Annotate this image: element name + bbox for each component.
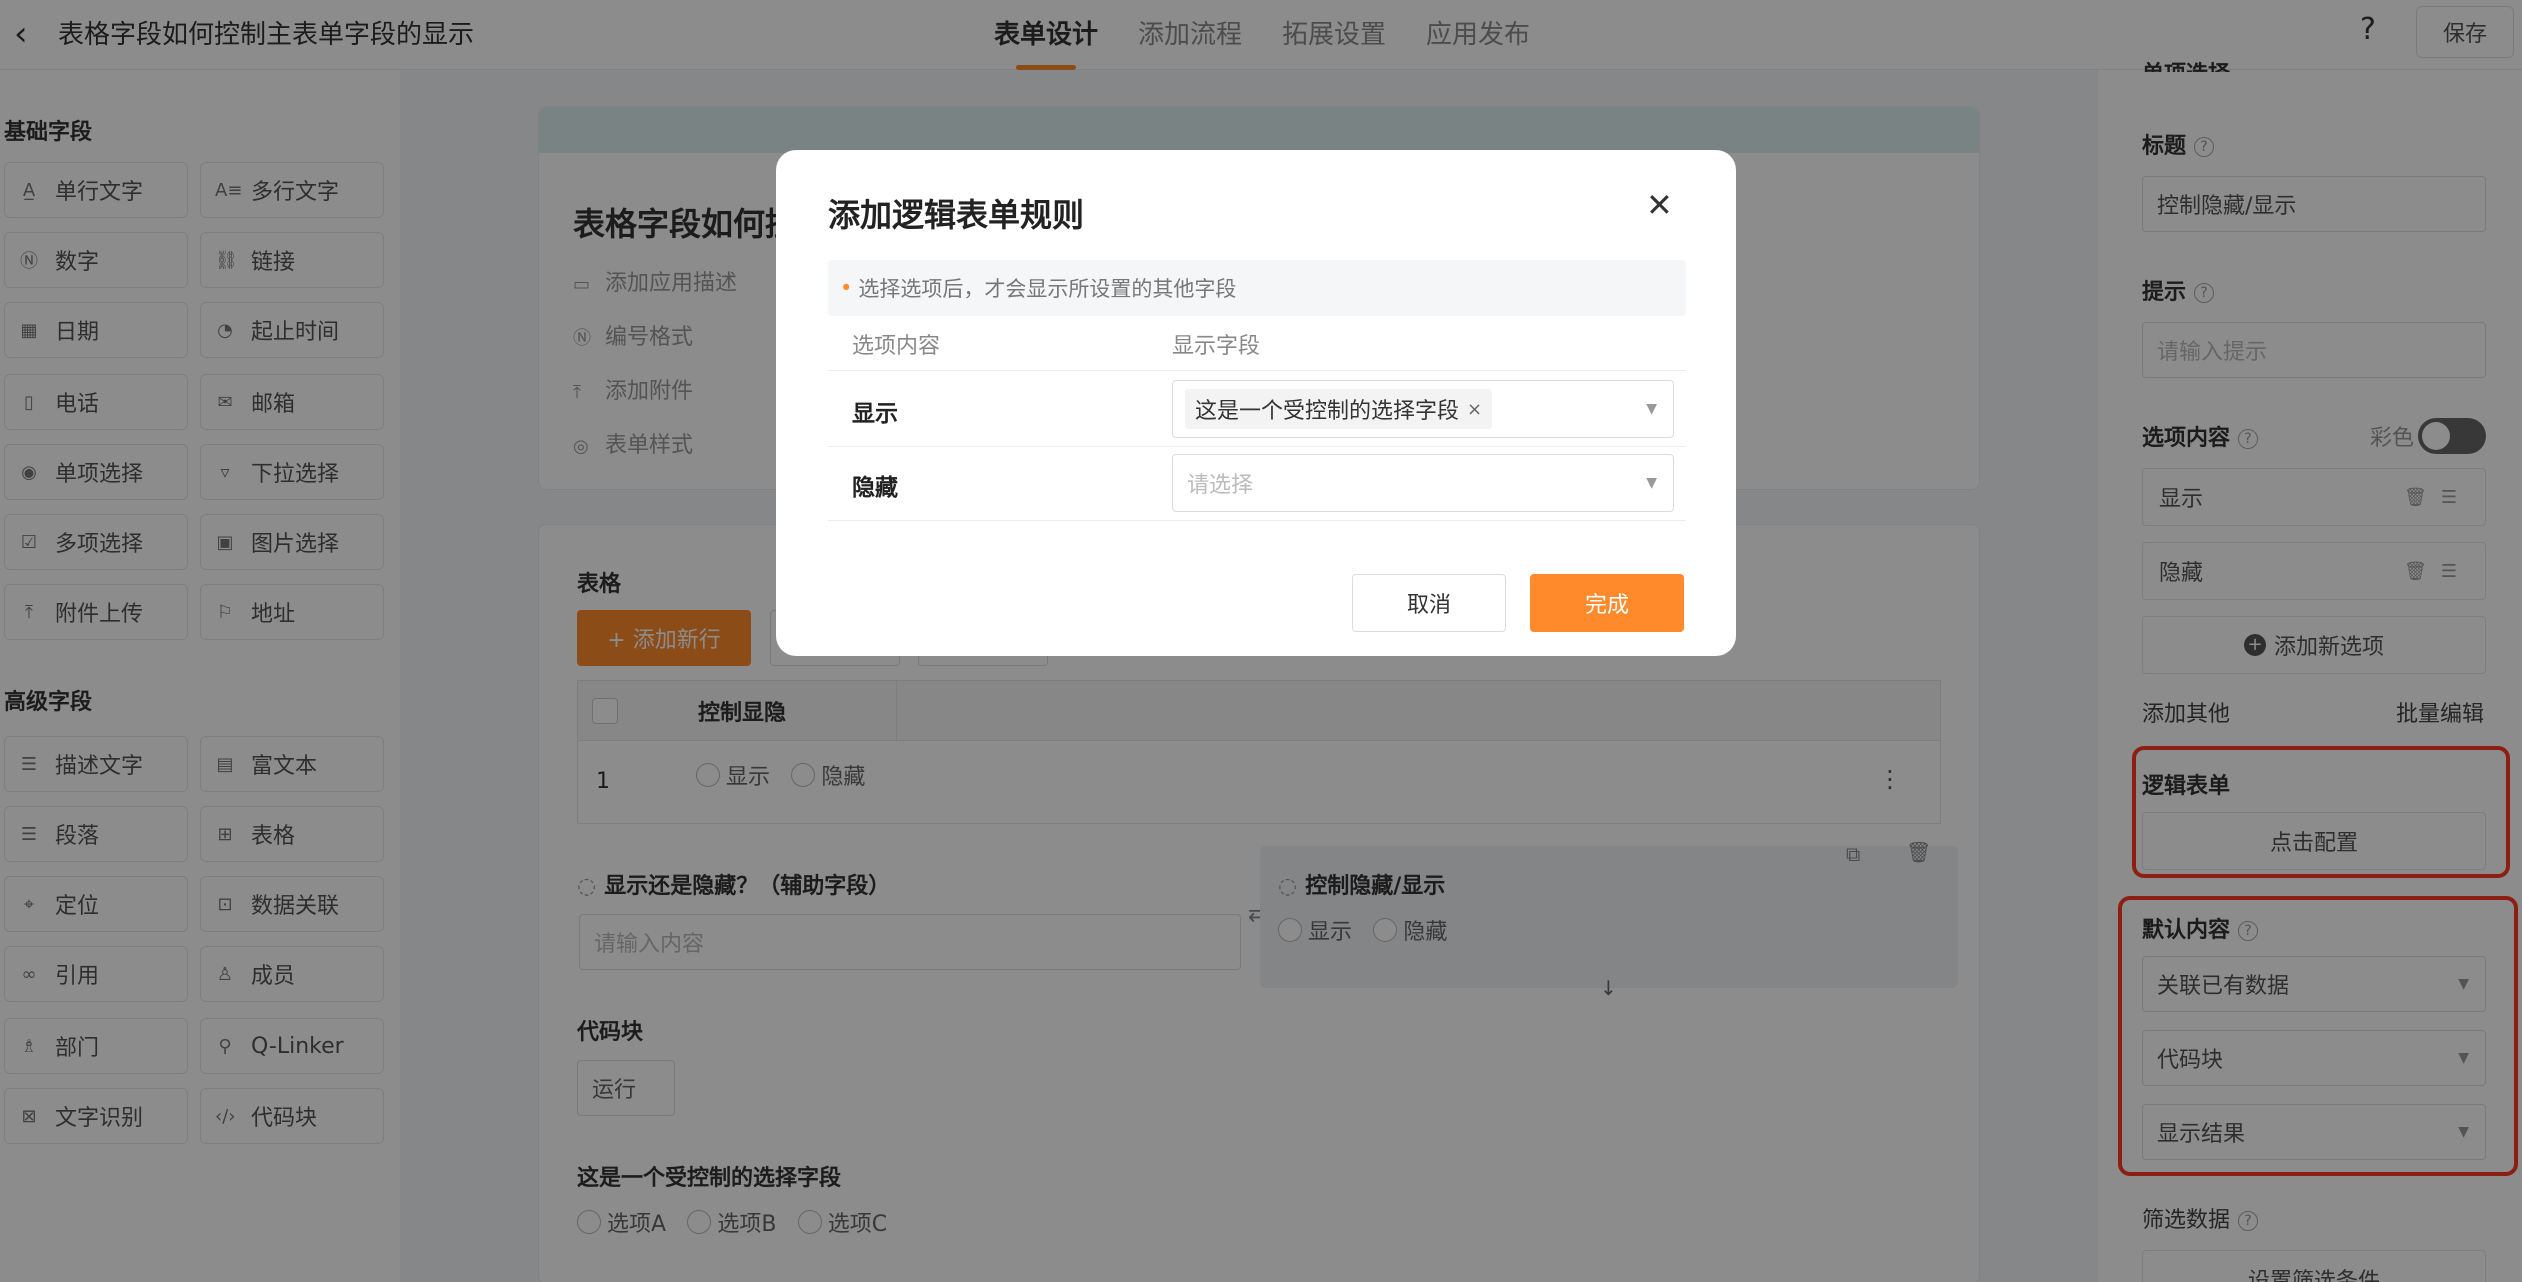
rule-option-label: 显示 <box>852 401 898 427</box>
bullet-icon: • <box>840 276 853 300</box>
column-option-header: 选项内容 <box>852 334 941 359</box>
dialog-notice: • 选择选项后，才会显示所设置的其他字段 <box>828 260 1686 316</box>
selected-field-tag: 这是一个受控制的选择字段 × <box>1185 389 1493 429</box>
cancel-button[interactable]: 取消 <box>1352 574 1506 632</box>
close-icon[interactable]: ✕ <box>1646 186 1673 224</box>
row-divider <box>828 520 1686 521</box>
done-button[interactable]: 完成 <box>1530 574 1684 632</box>
dialog-title: 添加逻辑表单规则 <box>828 196 1085 234</box>
row-divider <box>828 446 1686 447</box>
column-field-header: 显示字段 <box>1172 334 1261 359</box>
row-divider <box>828 370 1686 371</box>
rule-field-select[interactable]: 请选择 ▼ <box>1172 454 1674 512</box>
rule-option-label: 隐藏 <box>852 475 898 501</box>
caret-down-icon: ▼ <box>1646 401 1657 417</box>
remove-tag-icon[interactable]: × <box>1467 399 1482 420</box>
logic-rule-dialog: 添加逻辑表单规则 ✕ • 选择选项后，才会显示所设置的其他字段 选项内容 显示字段… <box>776 150 1736 656</box>
rule-field-select[interactable]: 这是一个受控制的选择字段 × ▼ <box>1172 380 1674 438</box>
caret-down-icon: ▼ <box>1646 475 1657 491</box>
